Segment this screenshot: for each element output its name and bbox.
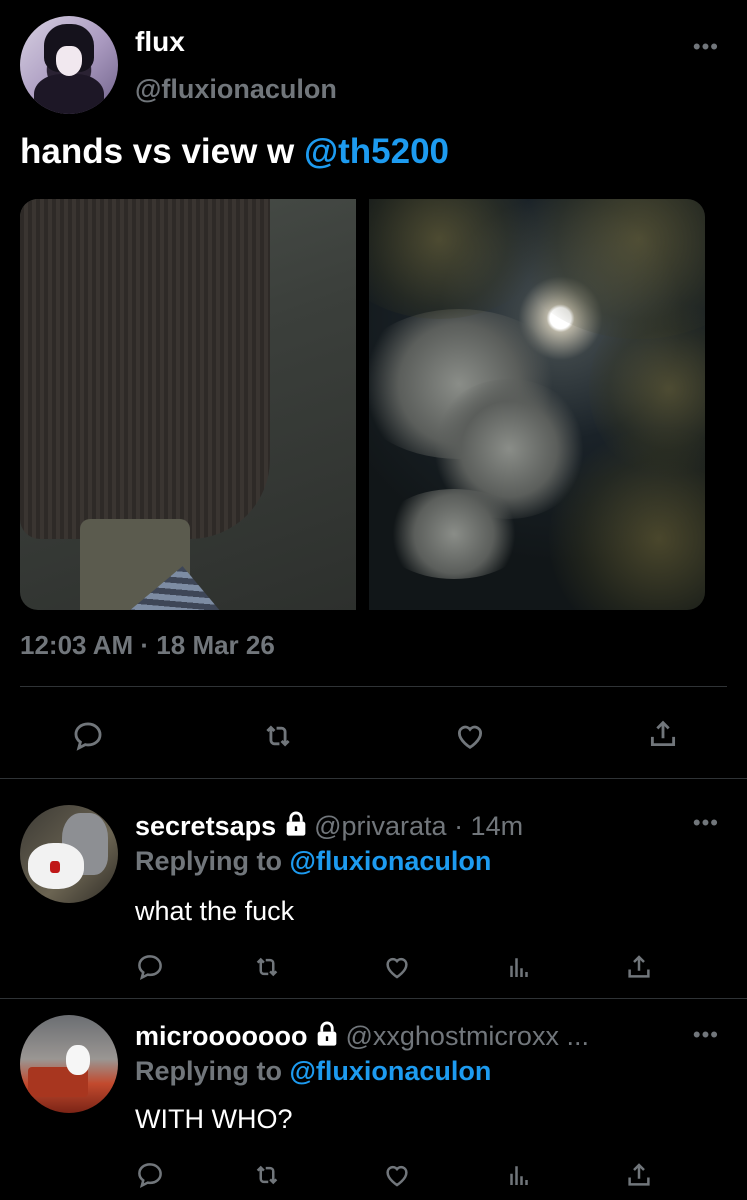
reply-avatar[interactable]: [20, 1015, 118, 1113]
retweet-icon[interactable]: [250, 950, 284, 984]
reply-icon[interactable]: [133, 950, 167, 984]
analytics-icon[interactable]: [502, 950, 536, 984]
divider: [0, 998, 747, 999]
reply-avatar[interactable]: [20, 805, 118, 903]
replying-mention[interactable]: @fluxionaculon: [290, 846, 492, 876]
like-icon[interactable]: [450, 716, 490, 756]
reply-text: WITH WHO?: [135, 1104, 293, 1134]
replying-to: Replying to @fluxionaculon: [135, 1056, 491, 1087]
photo-hands[interactable]: [20, 199, 356, 610]
author-name[interactable]: flux: [135, 26, 185, 58]
replying-prefix: Replying to: [135, 846, 290, 876]
reply-author-name[interactable]: microoooooo: [135, 1021, 307, 1051]
tweet-text: hands vs view w @th5200: [20, 132, 449, 172]
like-icon[interactable]: [380, 950, 414, 984]
retweet-icon[interactable]: [258, 716, 298, 756]
like-icon[interactable]: [380, 1158, 414, 1192]
share-icon[interactable]: [622, 950, 656, 984]
more-icon[interactable]: •••: [693, 1024, 719, 1046]
reply-author-name[interactable]: secretsaps: [135, 811, 276, 841]
reply-icon[interactable]: [68, 716, 108, 756]
divider: [0, 778, 747, 779]
lock-icon: [282, 810, 310, 845]
lock-icon: [313, 1020, 341, 1055]
replying-prefix: Replying to: [135, 1056, 290, 1086]
reply-text: what the fuck: [135, 896, 295, 926]
reply-header: secretsaps @privarata · 14m: [135, 810, 523, 845]
tweet-thread: flux @fluxionaculon ••• hands vs view w …: [0, 0, 747, 1200]
reply-icon[interactable]: [133, 1158, 167, 1192]
retweet-icon[interactable]: [250, 1158, 284, 1192]
reply-header: microoooooo @xxghostmicroxx ...: [135, 1020, 589, 1055]
replying-mention[interactable]: @fluxionaculon: [290, 1056, 492, 1086]
tweet-timestamp[interactable]: 12:03 AM · 18 Mar 26: [20, 630, 275, 661]
reply-handle-time: @xxghostmicroxx ...: [345, 1021, 589, 1051]
more-icon[interactable]: •••: [693, 812, 719, 834]
author-handle[interactable]: @fluxionaculon: [135, 74, 337, 105]
tweet-text-body: hands vs view w: [20, 132, 304, 171]
reply-handle-time: @privarata · 14m: [314, 811, 524, 841]
share-icon[interactable]: [622, 1158, 656, 1192]
share-icon[interactable]: [643, 714, 683, 754]
more-icon[interactable]: •••: [693, 36, 719, 58]
analytics-icon[interactable]: [502, 1158, 536, 1192]
author-avatar[interactable]: [20, 16, 118, 114]
divider: [20, 686, 727, 687]
photo-night-sky[interactable]: [369, 199, 705, 610]
replying-to: Replying to @fluxionaculon: [135, 846, 491, 877]
mention-link[interactable]: @th5200: [304, 132, 449, 171]
